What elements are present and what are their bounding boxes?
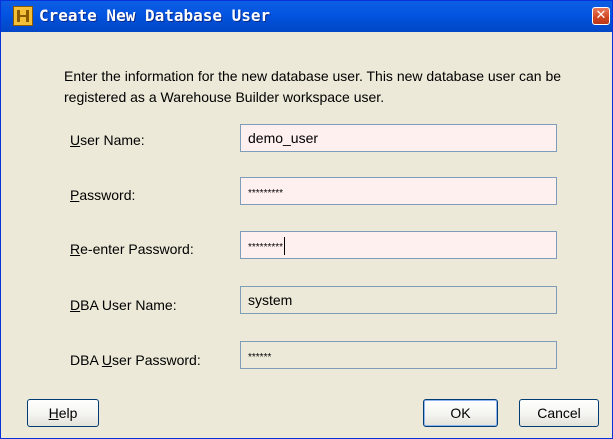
reenter-password-label: Re-enter Password: bbox=[70, 241, 194, 257]
dialog-title: Create New Database User bbox=[39, 6, 271, 25]
dba-user-name-label: DBA User Name: bbox=[70, 297, 177, 313]
text-caret bbox=[284, 237, 286, 256]
create-user-dialog: Create New Database User ✕ Enter the inf… bbox=[0, 0, 613, 439]
dba-user-name-value: system bbox=[248, 292, 293, 308]
password-label: Password: bbox=[70, 187, 136, 203]
reenter-password-input[interactable]: ********* bbox=[240, 231, 557, 259]
reenter-password-value: ********* bbox=[248, 242, 284, 253]
close-button[interactable]: ✕ bbox=[592, 7, 610, 25]
ok-button[interactable]: OK bbox=[423, 399, 498, 427]
dba-user-password-label: DBA User Password: bbox=[70, 352, 201, 368]
user-name-label: User Name: bbox=[70, 132, 145, 148]
password-input[interactable]: ********* bbox=[240, 177, 557, 205]
dba-user-name-input[interactable]: system bbox=[240, 286, 557, 314]
dialog-body: Enter the information for the new databa… bbox=[1, 32, 612, 438]
password-value: ********* bbox=[248, 188, 284, 199]
close-icon: ✕ bbox=[595, 8, 607, 23]
title-bar[interactable]: Create New Database User ✕ bbox=[1, 1, 612, 32]
help-button[interactable]: Help bbox=[27, 399, 99, 427]
user-name-value: demo_user bbox=[248, 130, 319, 146]
cancel-button[interactable]: Cancel bbox=[519, 399, 599, 427]
dba-user-password-input[interactable]: ****** bbox=[240, 341, 557, 369]
intro-text: Enter the information for the new databa… bbox=[64, 68, 562, 105]
app-icon bbox=[13, 6, 33, 26]
user-name-input[interactable]: demo_user bbox=[240, 124, 557, 152]
dba-user-password-value: ****** bbox=[248, 352, 272, 363]
